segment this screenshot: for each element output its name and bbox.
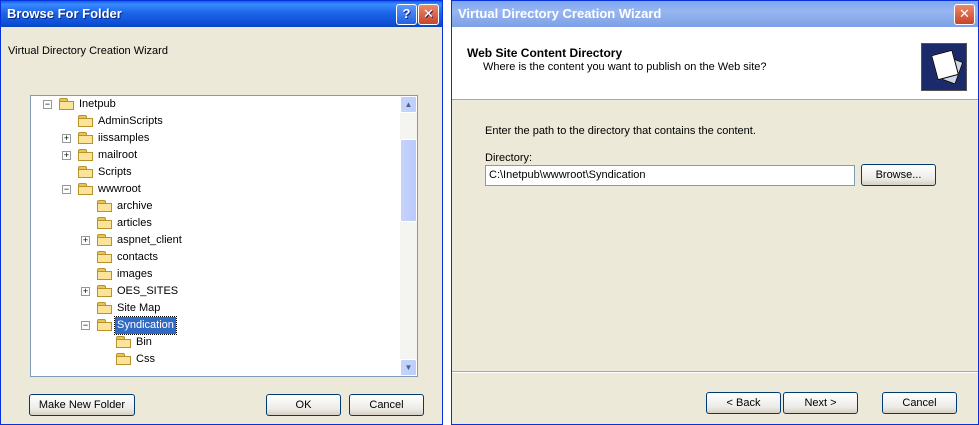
tree-node-label: archive — [117, 200, 153, 212]
tree-node-label: Inetpub — [79, 98, 116, 110]
browse-description: Virtual Directory Creation Wizard — [8, 45, 168, 57]
expand-icon[interactable]: + — [62, 151, 71, 160]
tree-node[interactable]: + aspnet_client — [31, 232, 401, 249]
help-button[interactable]: ? — [396, 4, 417, 25]
browse-title-bar: Browse For Folder ? ✕ — [1, 1, 442, 27]
folder-icon — [78, 132, 94, 144]
tree-node[interactable]: images — [31, 266, 401, 283]
folder-icon — [116, 336, 132, 348]
directory-label: Directory: — [485, 152, 533, 164]
wizard-title-bar: Virtual Directory Creation Wizard ✕ — [452, 1, 978, 27]
folder-icon — [97, 251, 113, 263]
folder-icon — [78, 183, 94, 195]
folder-icon — [97, 319, 113, 331]
folder-icon — [97, 268, 113, 280]
folder-tree[interactable]: − Inetpub AdminScripts + iissamples + mailroot… — [30, 95, 418, 377]
expand-icon[interactable]: + — [81, 287, 90, 296]
tree-node-label: Bin — [136, 336, 152, 348]
folder-icon — [78, 149, 94, 161]
tree-node[interactable]: AdminScripts — [31, 113, 401, 130]
tree-node[interactable]: − Inetpub — [31, 96, 401, 113]
folder-icon — [97, 302, 113, 314]
tree-node[interactable]: Site Map — [31, 300, 401, 317]
tree-node[interactable]: Bin — [31, 334, 401, 351]
folder-icon — [97, 285, 113, 297]
next-button[interactable]: Next > — [783, 392, 858, 414]
tree-node[interactable]: + mailroot — [31, 147, 401, 164]
folder-icon — [78, 115, 94, 127]
tree-node-label: Scripts — [98, 166, 132, 178]
scroll-down-button[interactable]: ▼ — [400, 359, 417, 376]
wizard-close-button[interactable]: ✕ — [954, 4, 975, 25]
tree-node-label: Site Map — [117, 302, 161, 314]
tree-node-label: articles — [117, 217, 152, 229]
wizard-footer-separator — [452, 371, 978, 373]
make-new-folder-button[interactable]: Make New Folder — [29, 394, 135, 416]
virtual-directory-wizard: Virtual Directory Creation Wizard ✕ Web … — [451, 0, 979, 425]
tree-node-label: wwwroot — [98, 183, 141, 195]
ok-button[interactable]: OK — [266, 394, 341, 416]
folder-icon — [59, 98, 75, 110]
tree-node-label: contacts — [117, 251, 158, 263]
tree-node-label: AdminScripts — [98, 115, 163, 127]
tree-node-label: images — [117, 268, 153, 280]
tree-node[interactable]: − Syndication — [31, 316, 401, 335]
tree-node[interactable]: contacts — [31, 249, 401, 266]
wizard-header-subtitle: Where is the content you want to publish… — [483, 61, 767, 73]
tree-node-label: mailroot — [98, 149, 138, 161]
browse-button[interactable]: Browse... — [861, 164, 936, 186]
tree-node-label: Syndication — [114, 316, 177, 335]
folder-icon — [97, 234, 113, 246]
collapse-icon[interactable]: − — [62, 185, 71, 194]
wizard-title: Virtual Directory Creation Wizard — [458, 6, 662, 21]
folder-icon — [97, 217, 113, 229]
scroll-up-button[interactable]: ▲ — [400, 96, 417, 113]
tree-node-label: aspnet_client — [117, 234, 182, 246]
instruction-text: Enter the path to the directory that con… — [485, 125, 756, 137]
tree-node-label: OES_SITES — [117, 285, 179, 297]
folder-icon — [78, 166, 94, 178]
tree-node[interactable]: − wwwroot — [31, 181, 401, 198]
tree-node[interactable]: articles — [31, 215, 401, 232]
browse-for-folder-dialog: Browse For Folder ? ✕ Virtual Directory … — [0, 0, 443, 425]
browse-title: Browse For Folder — [7, 6, 122, 21]
collapse-icon[interactable]: − — [81, 321, 90, 330]
tree-node-label: iissamples — [98, 132, 150, 144]
wizard-icon — [921, 43, 967, 91]
wizard-header: Web Site Content Directory Where is the … — [452, 27, 978, 100]
collapse-icon[interactable]: − — [43, 100, 52, 109]
folder-icon — [97, 200, 113, 212]
wizard-header-title: Web Site Content Directory — [467, 46, 623, 60]
back-button[interactable]: < Back — [706, 392, 781, 414]
expand-icon[interactable]: + — [62, 134, 71, 143]
tree-node-label: Css — [136, 353, 155, 365]
close-button[interactable]: ✕ — [418, 4, 439, 25]
tree-node[interactable]: Scripts — [31, 164, 401, 181]
tree-node[interactable]: + iissamples — [31, 130, 401, 147]
tree-node[interactable]: archive — [31, 198, 401, 215]
folder-icon — [116, 353, 132, 365]
scroll-thumb[interactable] — [400, 139, 417, 222]
tree-node[interactable]: Css — [31, 351, 401, 368]
directory-input[interactable]: C:\Inetpub\wwwroot\Syndication — [485, 165, 855, 186]
wizard-cancel-button[interactable]: Cancel — [882, 392, 957, 414]
tree-node[interactable]: + OES_SITES — [31, 283, 401, 300]
tree-scrollbar[interactable]: ▲ ▼ — [400, 96, 417, 376]
expand-icon[interactable]: + — [81, 236, 90, 245]
cancel-button[interactable]: Cancel — [349, 394, 424, 416]
